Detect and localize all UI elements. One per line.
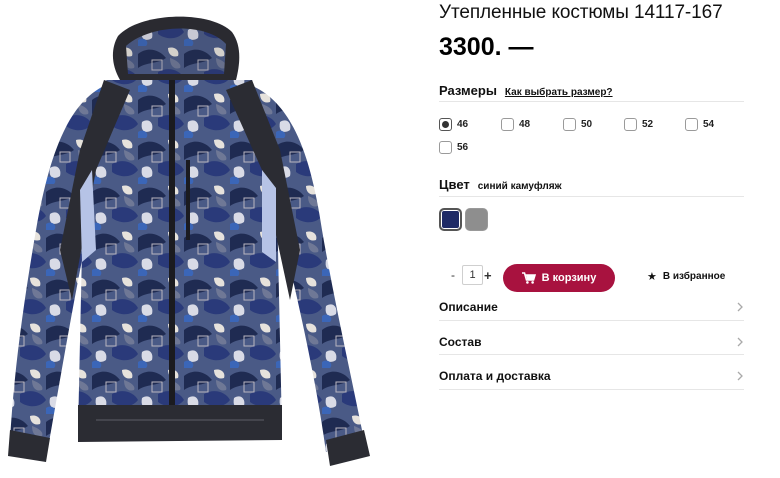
favorite-label: В избранное bbox=[662, 271, 726, 282]
divider bbox=[439, 389, 744, 390]
size-option-48[interactable]: 48 bbox=[501, 118, 530, 131]
divider bbox=[439, 320, 744, 321]
quantity-stepper: - + bbox=[449, 265, 492, 285]
accordion-description[interactable]: Описание bbox=[439, 300, 744, 314]
chevron-right-icon bbox=[737, 302, 743, 312]
accordion-label: Оплата и доставка bbox=[439, 369, 551, 383]
radio-checked-icon[interactable] bbox=[439, 118, 452, 131]
radio-icon[interactable] bbox=[563, 118, 576, 131]
add-to-favorites-link[interactable]: ★ В избранное bbox=[647, 270, 725, 283]
quantity-decrease-button[interactable]: - bbox=[449, 268, 457, 282]
jacket-photo bbox=[8, 16, 370, 466]
size-option-52[interactable]: 52 bbox=[624, 118, 653, 131]
quantity-input[interactable] bbox=[462, 265, 483, 285]
radio-icon[interactable] bbox=[501, 118, 514, 131]
sizes-header: Размеры Как выбрать размер? bbox=[439, 83, 613, 98]
size-value: 50 bbox=[581, 119, 593, 130]
accordion-label: Описание bbox=[439, 300, 498, 314]
size-option-46[interactable]: 46 bbox=[439, 118, 468, 131]
add-to-cart-button[interactable]: В корзину bbox=[503, 264, 615, 292]
divider bbox=[439, 101, 744, 102]
radio-icon[interactable] bbox=[624, 118, 637, 131]
accordion-payment-delivery[interactable]: Оплата и доставка bbox=[439, 369, 744, 383]
size-value: 56 bbox=[457, 142, 469, 153]
size-value: 48 bbox=[519, 119, 531, 130]
chevron-right-icon bbox=[737, 371, 743, 381]
size-value: 52 bbox=[642, 119, 654, 130]
size-option-56[interactable]: 56 bbox=[439, 141, 468, 154]
size-option-54[interactable]: 54 bbox=[685, 118, 714, 131]
color-header: Цвет синий камуфляж bbox=[439, 177, 562, 192]
size-value: 46 bbox=[457, 119, 469, 130]
size-guide-link[interactable]: Как выбрать размер? bbox=[505, 87, 613, 98]
accordion-label: Состав bbox=[439, 335, 482, 349]
color-swatch-blue[interactable] bbox=[439, 208, 462, 231]
color-swatch-gray[interactable] bbox=[465, 208, 488, 231]
color-name: синий камуфляж bbox=[477, 181, 562, 192]
radio-icon[interactable] bbox=[685, 118, 698, 131]
star-icon: ★ bbox=[647, 271, 657, 283]
product-image bbox=[0, 0, 400, 478]
size-value: 54 bbox=[703, 119, 715, 130]
color-label: Цвет bbox=[439, 177, 470, 192]
add-to-cart-label: В корзину bbox=[541, 272, 597, 284]
quantity-increase-button[interactable]: + bbox=[484, 268, 492, 283]
accordion-composition[interactable]: Состав bbox=[439, 335, 744, 349]
size-option-50[interactable]: 50 bbox=[563, 118, 592, 131]
product-title: Утепленные костюмы 14117-167 bbox=[439, 2, 723, 23]
product-price: 3300. — bbox=[439, 33, 534, 61]
radio-icon[interactable] bbox=[439, 141, 452, 154]
divider bbox=[439, 354, 744, 355]
sizes-label: Размеры bbox=[439, 83, 497, 98]
divider bbox=[439, 196, 744, 197]
cart-icon bbox=[521, 272, 536, 284]
chevron-right-icon bbox=[737, 337, 743, 347]
